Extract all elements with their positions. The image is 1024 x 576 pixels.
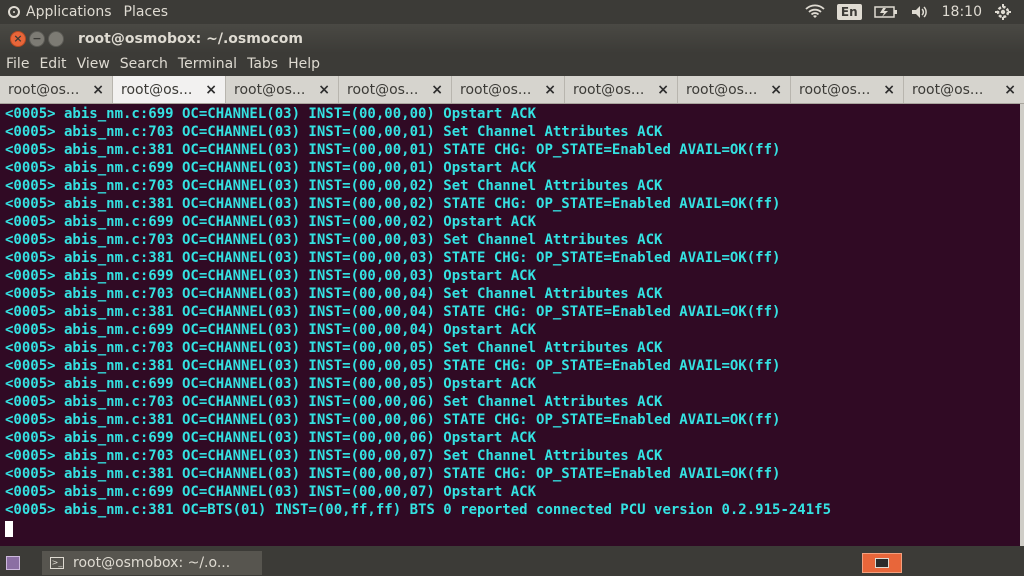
tab-label: root@os... — [799, 81, 871, 98]
tab-close-icon[interactable]: × — [431, 82, 443, 98]
terminal-tab-5[interactable]: root@os... × — [452, 76, 565, 103]
terminal-icon: >_ — [50, 556, 64, 569]
tab-close-icon[interactable]: × — [205, 82, 217, 98]
tab-label: root@os... — [121, 81, 193, 98]
volume-icon[interactable] — [910, 4, 930, 20]
tab-label: root@os... — [347, 81, 419, 98]
terminal-tab-8[interactable]: root@os... × — [791, 76, 904, 103]
terminal-line: <0005> abis_nm.c:699 OC=CHANNEL(03) INST… — [5, 106, 537, 122]
terminal-line: <0005> abis_nm.c:699 OC=CHANNEL(03) INST… — [5, 430, 537, 446]
terminal-lines: <0005> abis_nm.c:699 OC=CHANNEL(03) INST… — [0, 104, 1020, 537]
tab-label: root@os... — [8, 81, 80, 98]
terminal-line: <0005> abis_nm.c:703 OC=CHANNEL(03) INST… — [5, 340, 663, 356]
terminal-tab-1[interactable]: root@os... × — [0, 76, 113, 103]
clock[interactable]: 18:10 — [942, 4, 982, 20]
terminal-tab-7[interactable]: root@os... × — [678, 76, 791, 103]
terminal-line: <0005> abis_nm.c:699 OC=CHANNEL(03) INST… — [5, 160, 537, 176]
close-icon[interactable]: × — [10, 30, 26, 47]
terminal-line: <0005> abis_nm.c:381 OC=CHANNEL(03) INST… — [5, 250, 781, 266]
window-titlebar[interactable]: × − root@osmobox: ~/.osmocom — [0, 24, 1024, 53]
tab-label: root@os... — [234, 81, 306, 98]
tab-close-icon[interactable]: × — [318, 82, 330, 98]
tab-label: root@os... — [686, 81, 758, 98]
tab-close-icon[interactable]: × — [1004, 82, 1016, 98]
terminal-output[interactable]: <0005> abis_nm.c:699 OC=CHANNEL(03) INST… — [0, 104, 1020, 546]
window-title: root@osmobox: ~/.osmocom — [78, 30, 303, 47]
terminal-line: <0005> abis_nm.c:703 OC=CHANNEL(03) INST… — [5, 286, 663, 302]
tab-close-icon[interactable]: × — [883, 82, 895, 98]
menu-terminal[interactable]: Terminal — [173, 56, 242, 72]
terminal-tab-3[interactable]: root@os... × — [226, 76, 339, 103]
terminal-tab-4[interactable]: root@os... × — [339, 76, 452, 103]
tab-close-icon[interactable]: × — [92, 82, 104, 98]
terminal-line: <0005> abis_nm.c:703 OC=CHANNEL(03) INST… — [5, 394, 663, 410]
terminal-scrollbar[interactable] — [1020, 104, 1024, 546]
terminal-line: <0005> abis_nm.c:381 OC=CHANNEL(03) INST… — [5, 196, 781, 212]
terminal-line: <0005> abis_nm.c:381 OC=CHANNEL(03) INST… — [5, 466, 781, 482]
show-desktop-icon[interactable] — [6, 555, 20, 570]
tab-label: root@os... — [912, 81, 984, 98]
menu-edit[interactable]: Edit — [34, 56, 71, 72]
applications-label: Applications — [26, 4, 112, 20]
terminal-line: <0005> abis_nm.c:703 OC=CHANNEL(03) INST… — [5, 124, 663, 140]
terminal-tab-9[interactable]: root@os... × — [904, 76, 1024, 103]
terminal-line: <0005> abis_nm.c:703 OC=CHANNEL(03) INST… — [5, 448, 663, 464]
menu-bar: File Edit View Search Terminal Tabs Help — [0, 53, 1024, 75]
keyboard-layout-indicator[interactable]: En — [836, 4, 862, 20]
terminal-tab-6[interactable]: root@os... × — [565, 76, 678, 103]
battery-icon[interactable] — [873, 5, 898, 19]
places-menu[interactable]: Places — [120, 4, 173, 20]
terminal-tab-2[interactable]: root@os... × — [113, 76, 226, 103]
workspace-switcher[interactable] — [862, 553, 902, 573]
taskbar-window-button[interactable]: >_ root@osmobox: ~/.o... — [42, 550, 262, 575]
terminal-line: <0005> abis_nm.c:699 OC=CHANNEL(03) INST… — [5, 322, 537, 338]
maximize-icon[interactable] — [48, 30, 64, 47]
applications-menu[interactable]: Applications — [4, 4, 116, 20]
terminal-cursor — [5, 521, 13, 537]
terminal-line: <0005> abis_nm.c:699 OC=CHANNEL(03) INST… — [5, 214, 537, 230]
menu-search[interactable]: Search — [115, 56, 173, 72]
terminal-line: <0005> abis_nm.c:699 OC=CHANNEL(03) INST… — [5, 268, 537, 284]
system-tray: En 18:10 — [805, 0, 1024, 24]
tab-close-icon[interactable]: × — [770, 82, 782, 98]
terminal-line: <0005> abis_nm.c:381 OC=CHANNEL(03) INST… — [5, 142, 781, 158]
wifi-icon[interactable] — [805, 4, 825, 20]
menu-file[interactable]: File — [1, 56, 34, 72]
ubuntu-logo-icon — [8, 6, 20, 18]
top-panel: Applications Places En 18:10 — [0, 0, 1024, 24]
workspace-terminal-icon — [875, 558, 889, 568]
terminal-line: <0005> abis_nm.c:699 OC=CHANNEL(03) INST… — [5, 376, 537, 392]
terminal-line: <0005> abis_nm.c:703 OC=CHANNEL(03) INST… — [5, 232, 663, 248]
terminal-line: <0005> abis_nm.c:703 OC=CHANNEL(03) INST… — [5, 178, 663, 194]
terminal-line: <0005> abis_nm.c:381 OC=CHANNEL(03) INST… — [5, 412, 781, 428]
terminal-line: <0005> abis_nm.c:381 OC=CHANNEL(03) INST… — [5, 304, 781, 320]
minimize-icon[interactable]: − — [29, 30, 45, 47]
terminal-line: <0005> abis_nm.c:381 OC=CHANNEL(03) INST… — [5, 358, 781, 374]
menu-tabs[interactable]: Tabs — [242, 56, 283, 72]
terminal-line: <0005> abis_nm.c:381 OC=BTS(01) INST=(00… — [5, 502, 832, 518]
tab-close-icon[interactable]: × — [657, 82, 669, 98]
terminal-line: <0005> abis_nm.c:699 OC=CHANNEL(03) INST… — [5, 484, 537, 500]
tab-close-icon[interactable]: × — [544, 82, 556, 98]
tab-bar: root@os... × root@os... × root@os... × root… — [0, 76, 1024, 104]
menu-view[interactable]: View — [72, 56, 115, 72]
taskbar-window-label: root@osmobox: ~/.o... — [73, 554, 231, 571]
menu-help[interactable]: Help — [283, 56, 325, 72]
gear-icon[interactable] — [994, 3, 1012, 21]
tab-label: root@os... — [573, 81, 645, 98]
tab-label: root@os... — [460, 81, 532, 98]
places-label: Places — [123, 4, 169, 20]
